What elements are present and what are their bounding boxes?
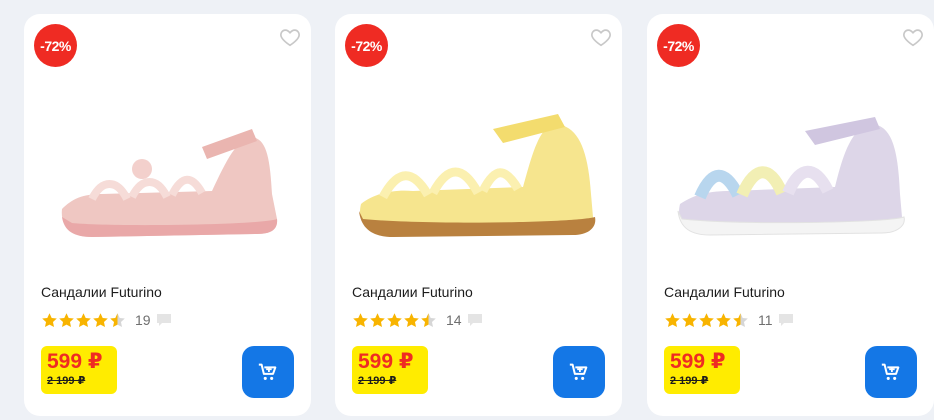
review-count[interactable]: 14 [446, 312, 462, 328]
heart-outline-icon[interactable] [279, 26, 301, 48]
add-to-cart-button[interactable] [553, 346, 605, 398]
current-price: 599 ₽ [358, 350, 414, 373]
speech-bubble-icon [467, 314, 482, 326]
heart-outline-icon[interactable] [590, 26, 612, 48]
heart-outline-icon[interactable] [902, 26, 924, 48]
product-title[interactable]: Сандалии Futurino [352, 284, 473, 300]
star-icon [682, 312, 697, 327]
product-card[interactable]: -72% Сандалии Futurino 11 599 ₽ 2 199 ₽ [647, 14, 934, 416]
product-title[interactable]: Сандалии Futurino [664, 284, 785, 300]
review-count[interactable]: 19 [135, 312, 151, 328]
current-price: 599 ₽ [670, 350, 726, 373]
rating: 19 [41, 311, 172, 329]
star-icon [665, 312, 680, 327]
product-card[interactable]: -72% Сандалии Futurino 14 599 ₽ 2 199 ₽ [335, 14, 622, 416]
star-half-icon [733, 312, 748, 327]
old-price: 2 199 ₽ [670, 375, 709, 387]
sandal-image [677, 117, 905, 236]
star-icon [42, 312, 57, 327]
speech-bubble-icon [156, 314, 171, 326]
sandal-image [359, 114, 596, 237]
price-box: 599 ₽ 2 199 ₽ [352, 346, 428, 394]
add-to-cart-button[interactable] [865, 346, 917, 398]
review-count[interactable]: 11 [758, 312, 773, 328]
rating: 11 [664, 311, 794, 329]
product-image[interactable] [657, 74, 923, 274]
star-half-icon [421, 312, 436, 327]
star-icon [387, 312, 402, 327]
discount-badge: -72% [657, 24, 700, 67]
cart-plus-icon [258, 363, 277, 380]
product-image[interactable] [345, 74, 611, 274]
star-icon [76, 312, 91, 327]
star-icon [93, 312, 108, 327]
product-row: -72% Сандалии Futurino 19 599 ₽ 2 199 ₽ … [0, 0, 934, 420]
rating: 14 [352, 311, 483, 329]
star-icon [716, 312, 731, 327]
price-box: 599 ₽ 2 199 ₽ [664, 346, 740, 394]
old-price: 2 199 ₽ [47, 375, 86, 387]
sandal-image [61, 129, 278, 237]
star-icon [353, 312, 368, 327]
cart-plus-icon [569, 363, 588, 380]
product-image[interactable] [34, 74, 300, 274]
star-icon [404, 312, 419, 327]
discount-badge: -72% [345, 24, 388, 67]
product-card[interactable]: -72% Сандалии Futurino 19 599 ₽ 2 199 ₽ [24, 14, 311, 416]
star-icon [699, 312, 714, 327]
speech-bubble-icon [778, 314, 793, 326]
add-to-cart-button[interactable] [242, 346, 294, 398]
star-icon [59, 312, 74, 327]
discount-badge: -72% [34, 24, 77, 67]
product-title[interactable]: Сандалии Futurino [41, 284, 162, 300]
star-half-icon [110, 312, 125, 327]
star-icon [370, 312, 385, 327]
cart-plus-icon [881, 363, 900, 380]
old-price: 2 199 ₽ [358, 375, 397, 387]
price-box: 599 ₽ 2 199 ₽ [41, 346, 117, 394]
current-price: 599 ₽ [47, 350, 103, 373]
